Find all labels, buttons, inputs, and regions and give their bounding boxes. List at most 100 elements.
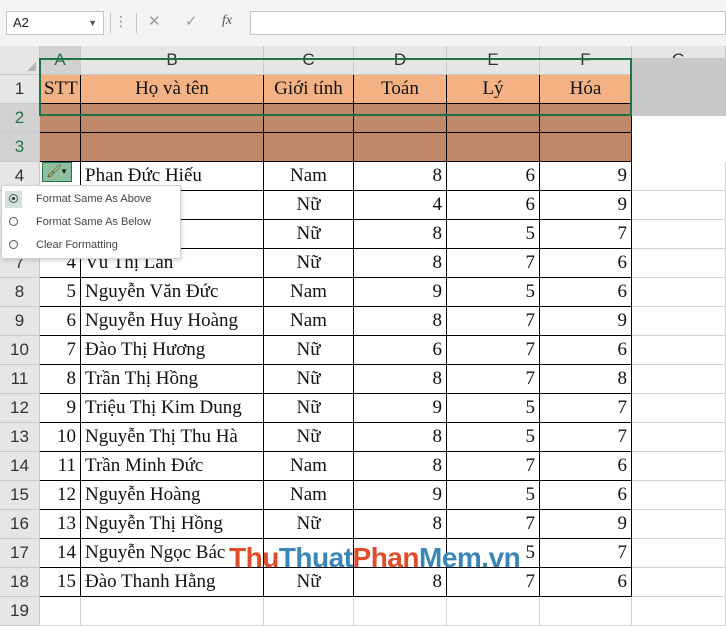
inserted-cell[interactable]: [540, 104, 632, 133]
cell-g[interactable]: [632, 249, 726, 278]
cell-chemistry[interactable]: 6: [540, 481, 632, 510]
cell-gender[interactable]: Nữ: [264, 423, 354, 452]
cell-g[interactable]: [632, 191, 726, 220]
cell-physics[interactable]: 7: [447, 307, 540, 336]
cell-math[interactable]: 8: [354, 510, 447, 539]
formula-input[interactable]: [250, 11, 726, 35]
cell-chemistry[interactable]: 6: [540, 278, 632, 307]
row-header-2[interactable]: 2: [0, 104, 40, 133]
cell-gender[interactable]: Nam: [264, 452, 354, 481]
cell-g[interactable]: [632, 336, 726, 365]
cell-name[interactable]: Nguyễn Văn Đức: [81, 278, 264, 307]
cell-g[interactable]: [632, 162, 726, 191]
column-header-c[interactable]: C: [264, 46, 354, 75]
cell-stt[interactable]: 13: [40, 510, 81, 539]
cell-stt[interactable]: 7: [40, 336, 81, 365]
column-header-f[interactable]: F: [540, 46, 632, 75]
column-header-e[interactable]: E: [447, 46, 540, 75]
cell-chemistry[interactable]: 9: [540, 162, 632, 191]
cell-name[interactable]: Nguyễn Thị Hồng: [81, 510, 264, 539]
cell-gender[interactable]: Nữ: [264, 191, 354, 220]
inserted-cell[interactable]: [447, 104, 540, 133]
row-header-16[interactable]: 16: [0, 510, 40, 539]
column-header-b[interactable]: B: [81, 46, 264, 75]
row-header-12[interactable]: 12: [0, 394, 40, 423]
option-clear-formatting[interactable]: Clear Formatting: [2, 234, 180, 256]
inserted-cell[interactable]: [447, 133, 540, 162]
row-header-1[interactable]: 1: [0, 75, 40, 104]
name-box[interactable]: A2 ▼: [6, 11, 104, 35]
cell-physics[interactable]: 5: [447, 394, 540, 423]
cell-stt[interactable]: 8: [40, 365, 81, 394]
empty-cell[interactable]: [264, 597, 354, 626]
cell-chemistry[interactable]: 6: [540, 249, 632, 278]
cell-math[interactable]: 6: [354, 336, 447, 365]
cell-chemistry[interactable]: 9: [540, 191, 632, 220]
option-format-same-as-above[interactable]: Format Same As Above: [2, 188, 180, 210]
cell-g[interactable]: [632, 568, 726, 597]
cell-name[interactable]: Triệu Thị Kim Dung: [81, 394, 264, 423]
cell-math[interactable]: 8: [354, 249, 447, 278]
cell-g[interactable]: [632, 452, 726, 481]
cell-name[interactable]: Trần Minh Đức: [81, 452, 264, 481]
row-header-8[interactable]: 8: [0, 278, 40, 307]
cell-name[interactable]: Nguyễn Huy Hoàng: [81, 307, 264, 336]
cell-math[interactable]: 8: [354, 365, 447, 394]
cell-gender[interactable]: Nữ: [264, 336, 354, 365]
inserted-cell[interactable]: [354, 133, 447, 162]
cell-math[interactable]: 8: [354, 162, 447, 191]
option-format-same-as-below[interactable]: Format Same As Below: [2, 211, 180, 233]
cell-name[interactable]: Nguyễn Hoàng: [81, 481, 264, 510]
empty-cell[interactable]: [354, 597, 447, 626]
row-header-17[interactable]: 17: [0, 539, 40, 568]
cell-chemistry[interactable]: 6: [540, 568, 632, 597]
cell-physics[interactable]: 7: [447, 365, 540, 394]
cell-math[interactable]: 9: [354, 481, 447, 510]
inserted-cell[interactable]: [81, 133, 264, 162]
cell-stt[interactable]: 6: [40, 307, 81, 336]
row-header-14[interactable]: 14: [0, 452, 40, 481]
row-header-3[interactable]: 3: [0, 133, 40, 162]
insert-function-button[interactable]: fx: [222, 13, 232, 29]
row-header-9[interactable]: 9: [0, 307, 40, 336]
inserted-cell[interactable]: [354, 104, 447, 133]
cell-gender[interactable]: Nam: [264, 481, 354, 510]
inserted-cell[interactable]: [81, 104, 264, 133]
cell-math[interactable]: 9: [354, 394, 447, 423]
radio-icon[interactable]: [9, 217, 18, 226]
cell-physics[interactable]: 6: [447, 162, 540, 191]
header-cell-chemistry[interactable]: Hóa: [540, 75, 632, 104]
cell-math[interactable]: 8: [354, 307, 447, 336]
empty-cell[interactable]: [540, 597, 632, 626]
cell-gender[interactable]: Nam: [264, 162, 354, 191]
cell-stt[interactable]: 14: [40, 539, 81, 568]
cell-math[interactable]: 8: [354, 452, 447, 481]
cell-physics[interactable]: 5: [447, 278, 540, 307]
cancel-icon[interactable]: ✕: [148, 12, 161, 30]
row-header-19[interactable]: 19: [0, 597, 40, 626]
cell-gender[interactable]: Nữ: [264, 365, 354, 394]
cell-chemistry[interactable]: 6: [540, 336, 632, 365]
cell-chemistry[interactable]: 7: [540, 394, 632, 423]
cell-math[interactable]: 9: [354, 278, 447, 307]
cell-g[interactable]: [632, 278, 726, 307]
cell-math[interactable]: 8: [354, 423, 447, 452]
cell-g[interactable]: [632, 481, 726, 510]
cell-g[interactable]: [632, 220, 726, 249]
row-header-11[interactable]: 11: [0, 365, 40, 394]
inserted-cell[interactable]: [264, 104, 354, 133]
cell-physics[interactable]: 5: [447, 423, 540, 452]
header-cell-name[interactable]: Họ và tên: [81, 75, 264, 104]
row-header-18[interactable]: 18: [0, 568, 40, 597]
inserted-cell[interactable]: [540, 133, 632, 162]
row-header-13[interactable]: 13: [0, 423, 40, 452]
inserted-cell[interactable]: [264, 133, 354, 162]
cell-g[interactable]: [632, 510, 726, 539]
cell-physics[interactable]: 7: [447, 510, 540, 539]
row-header-15[interactable]: 15: [0, 481, 40, 510]
cell-g[interactable]: [632, 539, 726, 568]
cell-g[interactable]: [632, 394, 726, 423]
inserted-cell[interactable]: [40, 133, 81, 162]
header-cell-gender[interactable]: Giới tính: [264, 75, 354, 104]
header-cell-physics[interactable]: Lý: [447, 75, 540, 104]
